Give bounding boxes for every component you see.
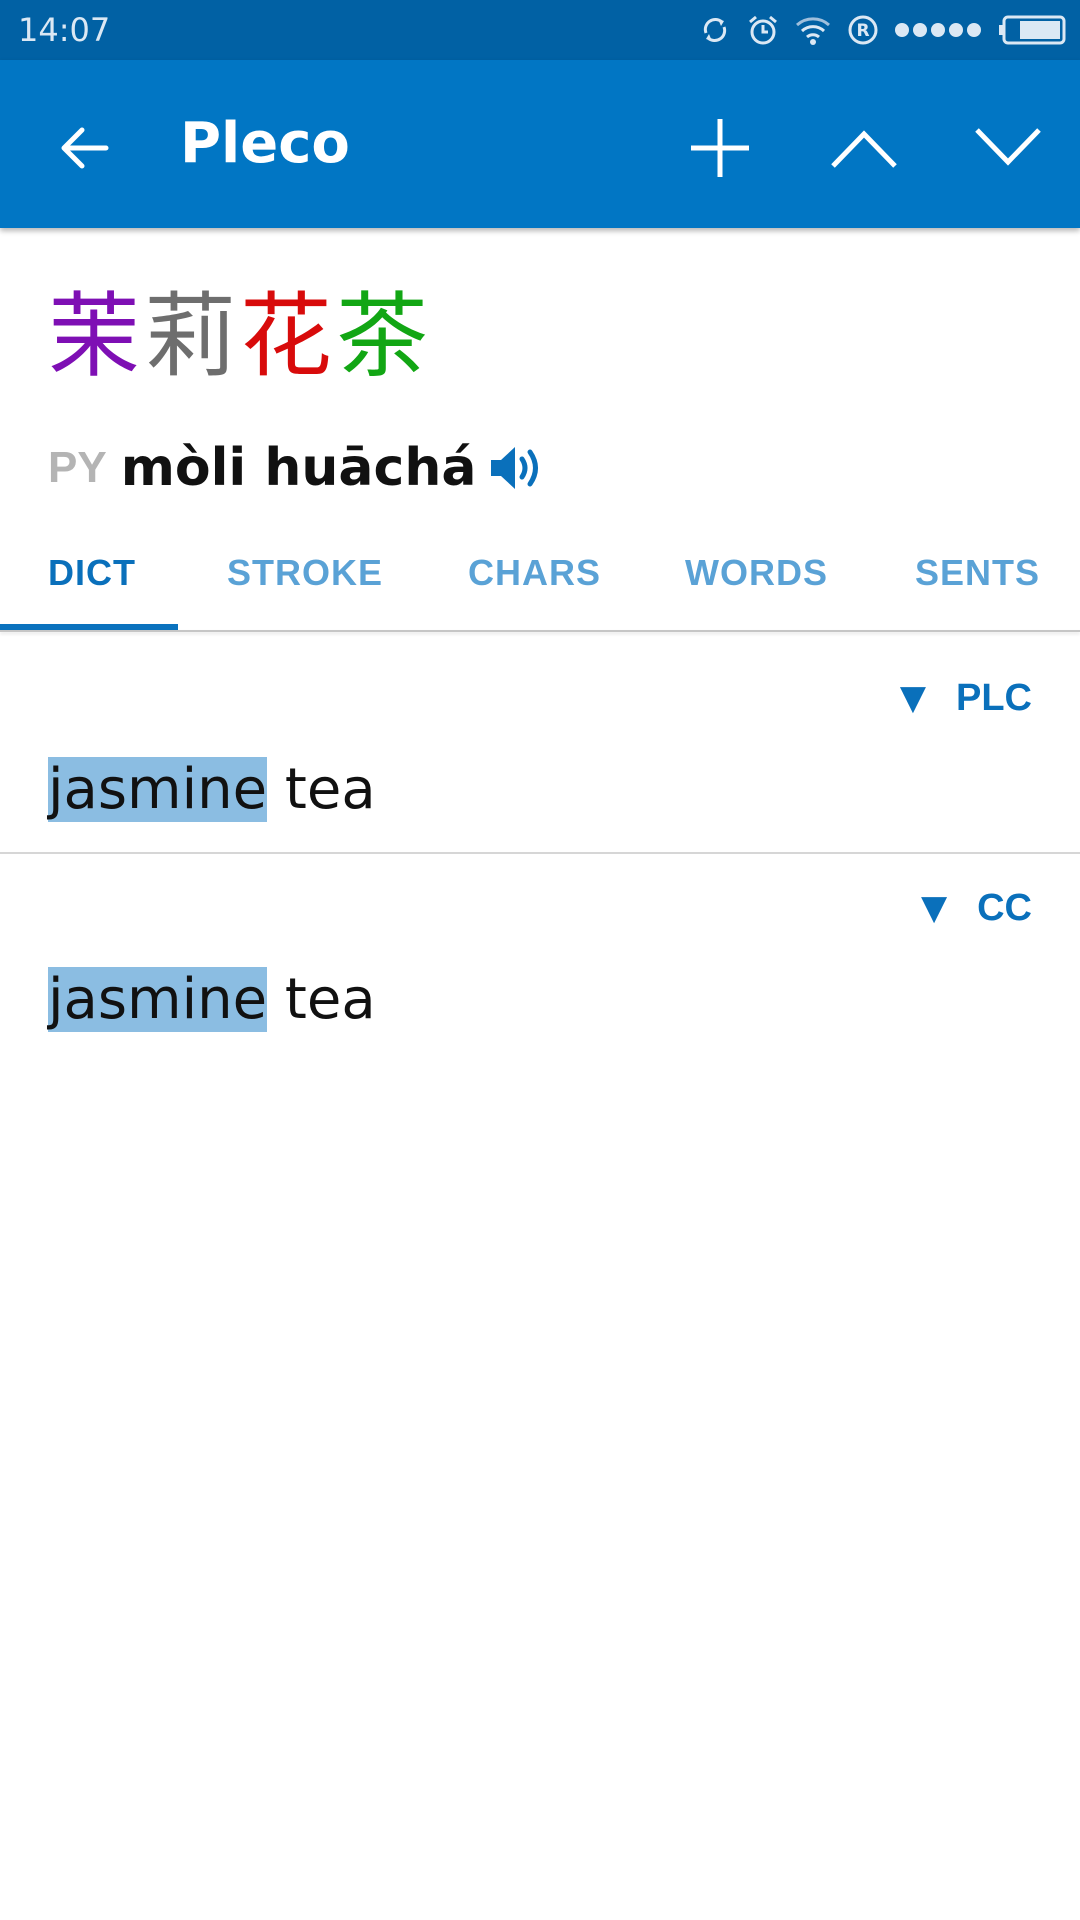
previous-entry-button[interactable] bbox=[826, 110, 902, 186]
app-title: Pleco bbox=[180, 111, 350, 176]
play-audio-button[interactable] bbox=[488, 442, 546, 494]
headword-char[interactable]: 茶 bbox=[336, 282, 432, 392]
back-button[interactable] bbox=[46, 110, 122, 186]
headword-char[interactable]: 花 bbox=[240, 282, 336, 392]
definition: jasmine tea bbox=[48, 752, 376, 828]
alarm-icon bbox=[749, 15, 777, 45]
dropdown-triangle-icon: ▼ bbox=[899, 678, 926, 718]
add-icon bbox=[691, 119, 749, 177]
speaker-icon bbox=[491, 447, 539, 489]
chevron-down-icon bbox=[975, 128, 1041, 166]
dropdown-triangle-icon: ▼ bbox=[920, 888, 948, 928]
dictionary-name: PLC bbox=[956, 676, 1032, 719]
headword-char[interactable]: 茉 bbox=[48, 282, 144, 392]
app-bar: Pleco bbox=[0, 60, 1080, 228]
wifi-icon bbox=[796, 17, 830, 45]
pinyin-tag: PY bbox=[48, 443, 107, 492]
pinyin-row: PY mòli huāchá bbox=[48, 436, 546, 500]
chevron-up-icon bbox=[831, 130, 897, 168]
status-icons: R bbox=[684, 10, 1066, 50]
registered-icon: R bbox=[848, 15, 878, 45]
back-arrow-icon bbox=[61, 127, 109, 169]
definition-rest: tea bbox=[267, 757, 376, 822]
dictionary-name: CC bbox=[977, 886, 1032, 929]
svg-text:R: R bbox=[856, 21, 869, 41]
dictionary-selector-plc[interactable]: ▼ PLC bbox=[900, 673, 1032, 723]
definition-rest: tea bbox=[267, 967, 376, 1032]
tab-stroke[interactable]: STROKE bbox=[227, 538, 383, 630]
pinyin-text: mòli huāchá bbox=[120, 438, 477, 498]
tab-sents[interactable]: SENTS bbox=[915, 538, 1040, 630]
definition: jasmine tea bbox=[48, 962, 376, 1038]
tabs-divider bbox=[0, 630, 1080, 632]
tab-words[interactable]: WORDS bbox=[685, 538, 828, 630]
entry-divider bbox=[0, 852, 1080, 854]
highlighted-term[interactable]: jasmine bbox=[48, 757, 268, 822]
next-entry-button[interactable] bbox=[970, 110, 1046, 186]
battery-icon bbox=[999, 15, 1066, 45]
signal-dots-icon bbox=[895, 23, 981, 37]
tab-chars[interactable]: CHARS bbox=[468, 538, 601, 630]
headword-characters[interactable]: 茉莉花茶 bbox=[48, 282, 432, 392]
status-bar: 14:07 R bbox=[0, 0, 1080, 60]
headword-char[interactable]: 莉 bbox=[144, 282, 240, 392]
status-time: 14:07 bbox=[18, 11, 111, 49]
sync-icon bbox=[703, 17, 727, 43]
tab-dict[interactable]: DICT bbox=[48, 538, 136, 630]
dictionary-selector-cc[interactable]: ▼ CC bbox=[921, 883, 1032, 933]
add-button[interactable] bbox=[682, 110, 758, 186]
tab-bar: DICT STROKE CHARS WORDS SENTS bbox=[0, 538, 1080, 630]
highlighted-term[interactable]: jasmine bbox=[48, 967, 268, 1032]
